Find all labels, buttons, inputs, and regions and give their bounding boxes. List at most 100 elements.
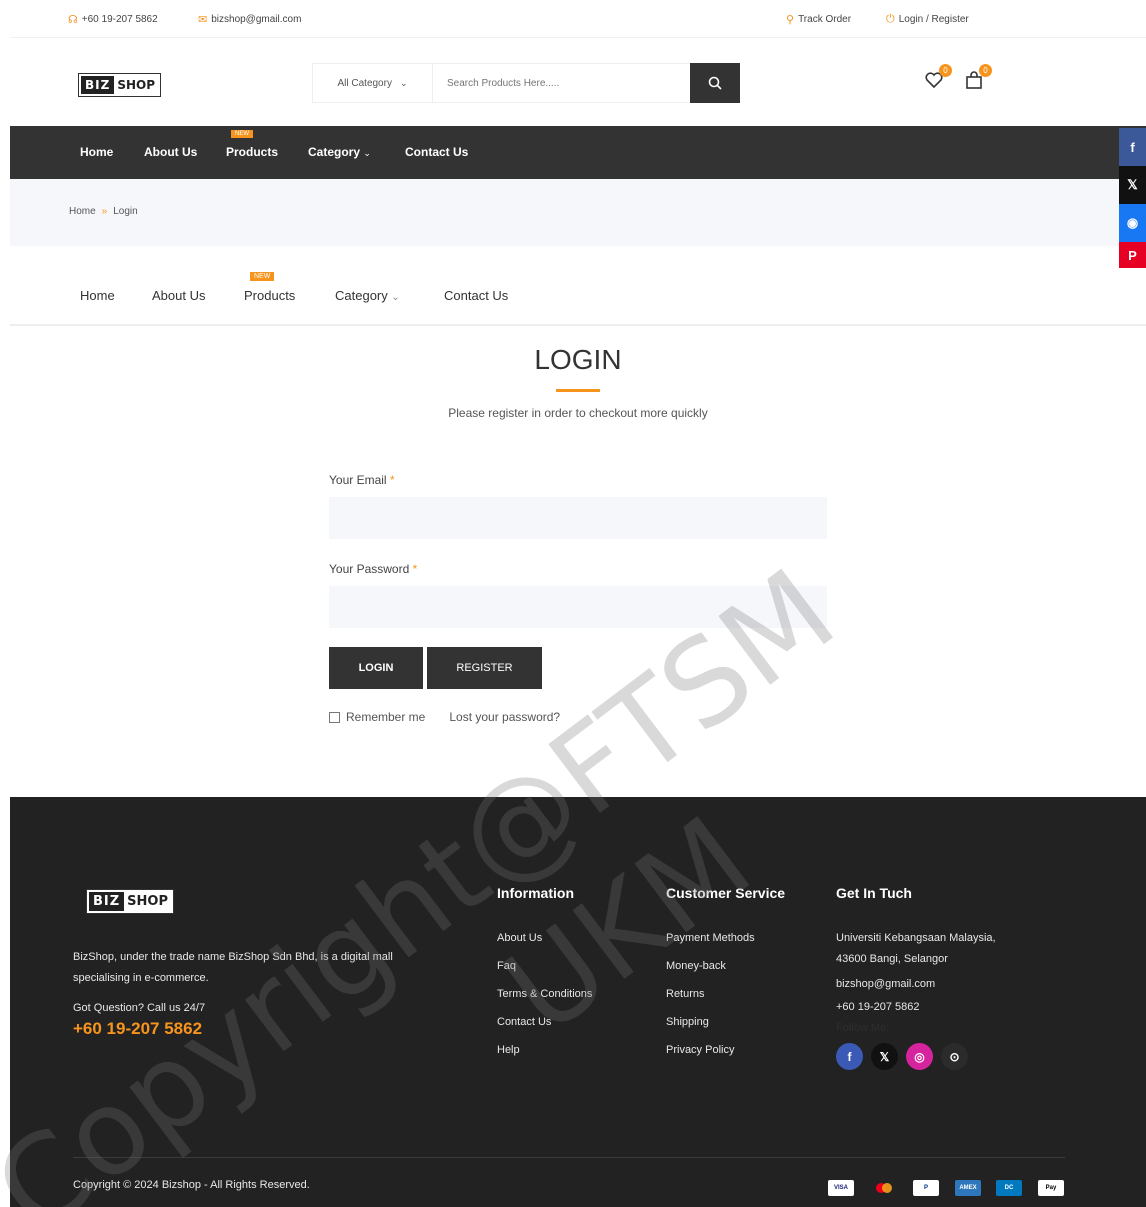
track-order-link[interactable]: ⚲ Track Order — [786, 13, 851, 26]
breadcrumb-current: Login — [113, 206, 138, 217]
remember-me-label[interactable]: Remember me — [346, 710, 425, 724]
side-x-icon[interactable]: 𝕏 — [1119, 166, 1146, 204]
secnav-category[interactable]: Category ⌄ — [335, 288, 400, 303]
page: ☊ +60 19-207 5862 ✉ bizshop@gmail.com ⚲ … — [0, 0, 1146, 1207]
footer-contact-email[interactable]: bizshop@gmail.com — [836, 978, 935, 990]
email-required-mark: * — [389, 473, 395, 487]
search-icon — [708, 76, 722, 90]
x-twitter-icon[interactable]: 𝕏 — [871, 1043, 898, 1070]
logo-shop: SHOP — [117, 78, 155, 92]
nav-contact-us[interactable]: Contact Us — [405, 145, 468, 159]
footer-question: Got Question? Call us 24/7 — [73, 1002, 206, 1014]
track-order-text: Track Order — [798, 14, 852, 25]
wishlist-button[interactable]: 0 — [924, 64, 952, 92]
top-phone[interactable]: ☊ +60 19-207 5862 — [68, 13, 158, 26]
footer-link-terms[interactable]: Terms & Conditions — [497, 988, 592, 1000]
breadcrumb-home[interactable]: Home — [69, 206, 96, 217]
footer-link-privacy[interactable]: Privacy Policy — [666, 1044, 734, 1056]
headset-icon: ☊ — [68, 14, 78, 26]
category-select[interactable]: All Category ⌄ — [313, 64, 433, 102]
cart-count: 0 — [979, 64, 992, 77]
category-select-label: All Category — [337, 77, 392, 89]
secnav-contact-us[interactable]: Contact Us — [444, 288, 508, 303]
cart-button[interactable]: 0 — [964, 64, 992, 92]
footer-link-payment[interactable]: Payment Methods — [666, 932, 755, 944]
main-nav: Home About Us NEW Products Category ⌄ Co… — [10, 126, 1146, 179]
email-label: Your Email * — [329, 473, 395, 487]
footer-link-contact[interactable]: Contact Us — [497, 1016, 551, 1028]
top-bar: ☊ +60 19-207 5862 ✉ bizshop@gmail.com ⚲ … — [10, 0, 1146, 38]
chevron-down-icon: ⌄ — [363, 148, 371, 158]
secnav-category-label: Category — [335, 288, 388, 303]
nav-category-label: Category — [308, 145, 361, 159]
password-label: Your Password * — [329, 562, 417, 576]
visa-icon: VISA — [828, 1180, 854, 1196]
secnav-home[interactable]: Home — [80, 288, 115, 303]
side-messenger-icon[interactable]: ◉ — [1119, 204, 1146, 242]
remember-row: Remember me Lost your password? — [329, 710, 560, 724]
footer-phone[interactable]: +60 19-207 5862 — [73, 1019, 202, 1039]
login-register-text: Login / Register — [898, 14, 969, 25]
login-register-link[interactable]: ⏻ Login / Register — [886, 13, 969, 26]
mastercard-circles — [876, 1183, 892, 1193]
nav-about-us[interactable]: About Us — [144, 145, 197, 159]
secondary-nav: Home About Us NEW Products Category ⌄ Co… — [10, 246, 1146, 326]
footer-info-heading: Information — [497, 885, 574, 901]
github-icon[interactable]: ⊙ — [941, 1043, 968, 1070]
logo-biz: BIZ — [81, 76, 115, 94]
email-field[interactable] — [329, 497, 827, 539]
footer-description: BizShop, under the trade name BizShop Sd… — [73, 951, 393, 984]
footer: BIZ SHOP BizShop, under the trade name B… — [10, 797, 1146, 1207]
footer-contact-heading: Get In Tuch — [836, 885, 912, 901]
nav-new-badge: NEW — [231, 130, 253, 138]
side-facebook-icon[interactable]: f — [1119, 128, 1146, 166]
footer-link-shipping[interactable]: Shipping — [666, 1016, 709, 1028]
footer-logo-shop: SHOP — [127, 894, 168, 909]
register-button[interactable]: REGISTER — [427, 647, 542, 689]
secnav-products[interactable]: Products — [244, 288, 295, 303]
footer-follow-label: Follow Me: — [836, 1022, 890, 1034]
footer-link-help[interactable]: Help — [497, 1044, 520, 1056]
footer-logo-biz: BIZ — [89, 892, 125, 911]
email-label-text: Your Email — [329, 473, 387, 487]
footer-link-faq[interactable]: Faq — [497, 960, 516, 972]
footer-address-line1: Universiti Kebangsaan Malaysia, — [836, 932, 996, 944]
footer-contact-phone[interactable]: +60 19-207 5862 — [836, 1001, 920, 1013]
login-button[interactable]: LOGIN — [329, 647, 423, 689]
search-button[interactable] — [690, 63, 740, 103]
nav-category[interactable]: Category ⌄ — [308, 145, 371, 159]
nav-home[interactable]: Home — [80, 145, 113, 159]
nav-products[interactable]: Products — [226, 145, 278, 159]
password-field[interactable] — [329, 586, 827, 628]
footer-link-about[interactable]: About Us — [497, 932, 542, 944]
paypal-icon: P — [913, 1180, 939, 1196]
top-phone-text: +60 19-207 5862 — [81, 14, 158, 25]
password-required-mark: * — [412, 562, 418, 576]
instagram-icon[interactable]: ◎ — [906, 1043, 933, 1070]
mastercard-icon — [871, 1180, 897, 1196]
search-input[interactable] — [433, 64, 690, 102]
location-pin-icon: ⚲ — [786, 14, 795, 26]
breadcrumb-separator: » — [101, 206, 108, 217]
power-icon: ⏻ — [886, 13, 895, 25]
footer-link-moneyback[interactable]: Money-back — [666, 960, 726, 972]
lost-password-link[interactable]: Lost your password? — [449, 710, 560, 724]
facebook-icon[interactable]: f — [836, 1043, 863, 1070]
title-underline — [556, 389, 600, 392]
secnav-new-badge: NEW — [250, 272, 275, 281]
search-bar: All Category ⌄ — [312, 63, 740, 103]
breadcrumb: Home » Login — [10, 179, 1146, 246]
secnav-about-us[interactable]: About Us — [152, 288, 205, 303]
remember-checkbox[interactable] — [329, 711, 340, 723]
diners-icon: DC — [996, 1180, 1022, 1196]
top-email-text: bizshop@gmail.com — [211, 14, 302, 25]
footer-logo[interactable]: BIZ SHOP — [86, 889, 174, 914]
wishlist-count: 0 — [939, 64, 952, 77]
amex-icon: AMEX — [955, 1180, 981, 1196]
top-email[interactable]: ✉ bizshop@gmail.com — [198, 13, 301, 26]
mail-icon: ✉ — [198, 14, 208, 26]
logo[interactable]: BIZ SHOP — [78, 73, 161, 97]
footer-address-line2: 43600 Bangi, Selangor — [836, 953, 948, 965]
side-pinterest-icon[interactable]: P — [1119, 242, 1146, 268]
footer-link-returns[interactable]: Returns — [666, 988, 705, 1000]
